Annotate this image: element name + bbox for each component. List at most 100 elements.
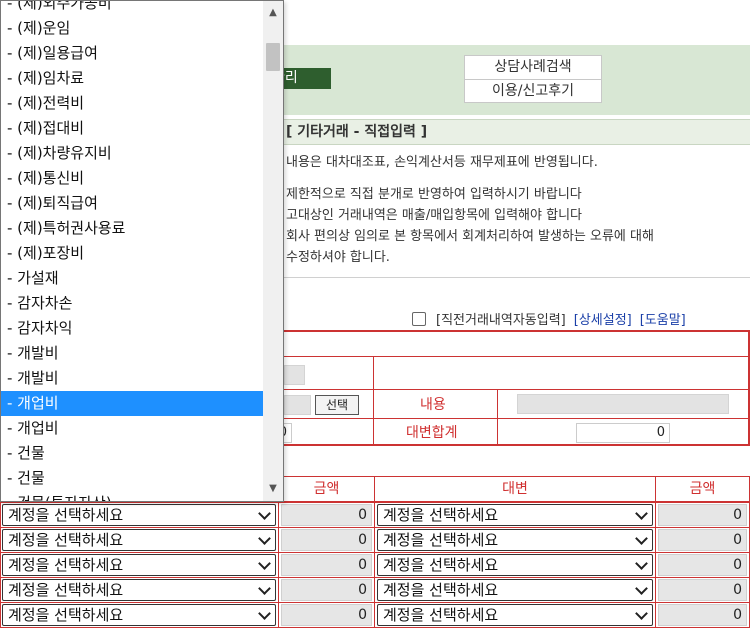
credit-account-select[interactable]: 계정을 선택하세요 xyxy=(377,529,653,551)
debit-amount-input[interactable]: 0 xyxy=(281,554,372,576)
credit-amount-input[interactable]: 0 xyxy=(658,579,747,601)
dropdown-option[interactable]: - 가설재 xyxy=(1,266,263,291)
dropdown-option[interactable]: - 개업비 xyxy=(1,391,263,416)
dropdown-option[interactable]: - (제)차량유지비 xyxy=(1,141,263,166)
debit-account-value: 계정을 선택하세요 xyxy=(8,506,124,524)
credit-account-value: 계정을 선택하세요 xyxy=(383,506,499,524)
dropdown-option[interactable]: - 개업비 xyxy=(1,416,263,441)
credit-amount-input[interactable]: 0 xyxy=(658,529,747,551)
dropdown-option[interactable]: - (제)접대비 xyxy=(1,116,263,141)
dropdown-option[interactable]: - 감자차손 xyxy=(1,291,263,316)
dropdown-option[interactable]: - 개발비 xyxy=(1,366,263,391)
chevron-down-icon xyxy=(635,532,648,545)
scroll-thumb[interactable] xyxy=(266,43,280,71)
notice-text: 내용은 대차대조표, 손익계산서등 재무제표에 반영됩니다. 제한적으로 직접 … xyxy=(286,152,654,268)
table-rule xyxy=(373,356,374,446)
credit-account-header: 대변 xyxy=(374,476,656,502)
review-link[interactable]: 이용/신고후기 xyxy=(465,79,601,102)
debit-account-select[interactable]: 계정을 선택하세요 xyxy=(2,529,276,551)
dropdown-option[interactable]: - (제)임차료 xyxy=(1,66,263,91)
credit-amount-input[interactable]: 0 xyxy=(658,554,747,576)
quick-links-box: 상담사례검색 이용/신고후기 xyxy=(464,55,602,103)
chevron-down-icon xyxy=(258,582,271,595)
content-input[interactable] xyxy=(517,394,729,414)
credit-account-value: 계정을 선택하세요 xyxy=(383,531,499,549)
dropdown-option[interactable]: - (제)퇴직급여 xyxy=(1,191,263,216)
table-row: 계정을 선택하세요 0 계정을 선택하세요 0 xyxy=(0,577,750,603)
notice-line: 수정하셔야 합니다. xyxy=(286,250,390,265)
auto-input-label: [직전거래내역자동입력] xyxy=(436,313,566,328)
scroll-up-icon[interactable]: ▲ xyxy=(263,3,283,23)
dropdown-option[interactable]: - (제)통신비 xyxy=(1,166,263,191)
debit-account-value: 계정을 선택하세요 xyxy=(8,531,124,549)
notice-gap xyxy=(286,173,654,184)
table-row: 계정을 선택하세요 0 계정을 선택하세요 0 xyxy=(0,602,750,628)
debit-amount-input[interactable]: 0 xyxy=(281,529,372,551)
dropdown-option[interactable]: - 건물 xyxy=(1,466,263,491)
debit-amount-input[interactable]: 0 xyxy=(281,604,372,626)
table-row: 계정을 선택하세요 0 계정을 선택하세요 0 xyxy=(0,502,750,528)
debit-account-select[interactable]: 계정을 선택하세요 xyxy=(2,579,276,601)
dropdown-option[interactable]: - (제)운임 xyxy=(1,16,263,41)
chevron-down-icon xyxy=(258,507,271,520)
consult-case-search-link[interactable]: 상담사례검색 xyxy=(465,56,601,79)
dropdown-option[interactable]: - 건물 xyxy=(1,441,263,466)
credit-account-select[interactable]: 계정을 선택하세요 xyxy=(377,554,653,576)
dropdown-scrollbar[interactable]: ▲ ▼ xyxy=(263,1,283,501)
credit-account-value: 계정을 선택하세요 xyxy=(383,556,499,574)
table-row: 계정을 선택하세요 0 계정을 선택하세요 0 xyxy=(0,527,750,553)
section-title: [ 기타거래 - 직접입력 ] xyxy=(270,119,750,145)
client-input[interactable] xyxy=(284,395,311,415)
debit-account-select[interactable]: 계정을 선택하세요 xyxy=(2,554,276,576)
debit-amount-input[interactable]: 0 xyxy=(281,504,372,526)
dropdown-option[interactable]: - (제)외주가공비 xyxy=(1,1,263,16)
account-dropdown-list[interactable]: - (제)외주가공비 - (제)운임 - (제)일용급여 - (제)임차료 - (제)전… xyxy=(0,0,284,502)
entry-summary-table xyxy=(270,330,750,446)
table-rule xyxy=(272,418,748,419)
credit-account-select[interactable]: 계정을 선택하세요 xyxy=(377,604,653,626)
credit-amount-header: 금액 xyxy=(655,476,750,502)
credit-total-label: 대변합계 xyxy=(406,425,458,441)
dropdown-option[interactable]: - (제)포장비 xyxy=(1,241,263,266)
help-link[interactable]: [도움말] xyxy=(640,309,686,328)
auto-input-row: [직전거래내역자동입력] [상세설정] [도움말] xyxy=(412,309,686,328)
table-row: 계정을 선택하세요 0 계정을 선택하세요 0 xyxy=(0,552,750,578)
chevron-down-icon xyxy=(635,607,648,620)
credit-account-value: 계정을 선택하세요 xyxy=(383,606,499,624)
debit-account-value: 계정을 선택하세요 xyxy=(8,556,124,574)
credit-account-select[interactable]: 계정을 선택하세요 xyxy=(377,579,653,601)
notice-line: 고대상인 거래내역은 매출/매입항목에 입력해야 합니다 xyxy=(286,208,582,223)
table-rule xyxy=(497,389,498,446)
select-client-button[interactable]: 선택 xyxy=(315,395,359,415)
credit-account-select[interactable]: 계정을 선택하세요 xyxy=(377,504,653,526)
chevron-down-icon xyxy=(635,557,648,570)
chevron-down-icon xyxy=(258,557,271,570)
dropdown-option[interactable]: - (제)전력비 xyxy=(1,91,263,116)
scroll-down-icon[interactable]: ▼ xyxy=(263,479,283,499)
debit-account-select[interactable]: 계정을 선택하세요 xyxy=(2,604,276,626)
detail-settings-link[interactable]: [상세설정] xyxy=(574,309,632,328)
chevron-down-icon xyxy=(635,507,648,520)
notice-line: 제한적으로 직접 분개로 반영하여 입력하시기 바랍니다 xyxy=(286,187,582,202)
dropdown-option[interactable]: - 감자차익 xyxy=(1,316,263,341)
date-input[interactable] xyxy=(284,365,305,385)
dropdown-option[interactable]: - 건물(투자자산) xyxy=(1,491,263,501)
debit-account-select[interactable]: 계정을 선택하세요 xyxy=(2,504,276,526)
dropdown-option[interactable]: - 개발비 xyxy=(1,341,263,366)
auto-input-checkbox[interactable] xyxy=(412,311,426,326)
dropdown-options: - (제)외주가공비 - (제)운임 - (제)일용급여 - (제)임차료 - (제)전… xyxy=(1,1,263,501)
table-rule xyxy=(272,389,748,390)
dropdown-option[interactable]: - (제)일용급여 xyxy=(1,41,263,66)
notice-line: 내용은 대차대조표, 손익계산서등 재무제표에 반영됩니다. xyxy=(286,155,598,170)
notice-line: 회사 편의상 임의로 본 항목에서 회계처리하여 발생하는 오류에 대해 xyxy=(286,229,654,244)
credit-account-value: 계정을 선택하세요 xyxy=(383,581,499,599)
credit-amount-input[interactable]: 0 xyxy=(658,504,747,526)
chevron-down-icon xyxy=(258,607,271,620)
dropdown-option[interactable]: - (제)특허권사용료 xyxy=(1,216,263,241)
debit-amount-input[interactable]: 0 xyxy=(281,579,372,601)
content-label: 내용 xyxy=(420,397,446,413)
debit-amount-header: 금액 xyxy=(278,476,375,502)
chevron-down-icon xyxy=(635,582,648,595)
divider xyxy=(270,277,750,278)
credit-amount-input[interactable]: 0 xyxy=(658,604,747,626)
